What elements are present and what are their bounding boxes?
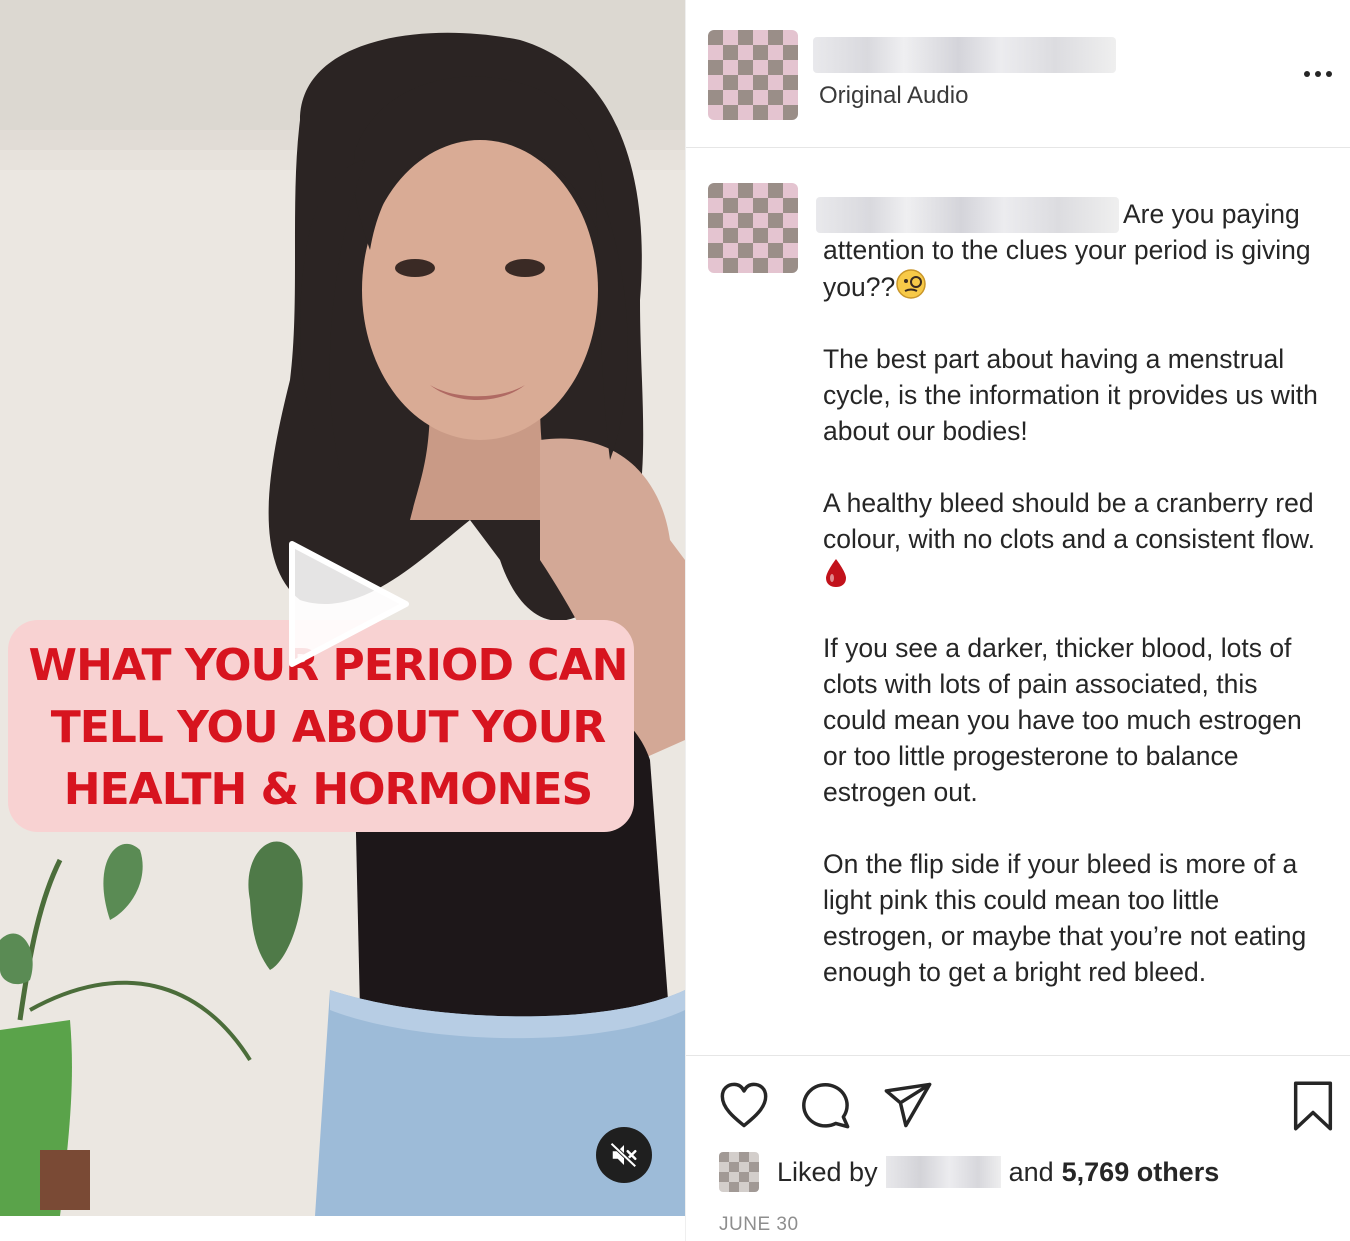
more-options-icon[interactable]: [1304, 62, 1340, 86]
liker-avatar[interactable]: [719, 1152, 759, 1192]
drop-of-blood-icon: [826, 559, 846, 587]
monocle-face-icon: [896, 269, 926, 299]
overlay-line-2: TELL YOU ABOUT YOUR: [50, 702, 607, 753]
author-username-redacted[interactable]: [813, 37, 1116, 73]
video-player[interactable]: WHAT YOUR PERIOD CAN TELL YOU ABOUT YOUR…: [0, 0, 685, 1216]
post-date[interactable]: JUNE 30: [719, 1214, 799, 1236]
author-avatar[interactable]: [708, 30, 798, 120]
caption-paragraph-3: A healthy bleed should be a cranberry re…: [823, 485, 1323, 594]
bookmark-icon[interactable]: [1291, 1080, 1335, 1132]
overlay-line-3: HEALTH & HORMONES: [63, 764, 593, 815]
likes-prefix: Liked by: [777, 1156, 878, 1187]
likes-middle: and: [1008, 1156, 1054, 1187]
caption-paragraph-1: Are you paying attention to the clues yo…: [823, 199, 1311, 302]
play-icon[interactable]: [284, 538, 414, 668]
caption-author-avatar[interactable]: [708, 183, 798, 273]
share-icon[interactable]: [882, 1080, 934, 1130]
post-caption: Are you paying attention to the clues yo…: [823, 196, 1323, 990]
heart-icon[interactable]: [718, 1080, 770, 1130]
actions-divider: [686, 1055, 1350, 1056]
header-divider: [686, 147, 1350, 148]
caption-paragraph-4: If you see a darker, thicker blood, lots…: [823, 633, 1302, 807]
likes-count[interactable]: 5,769 others: [1062, 1157, 1220, 1188]
caption-paragraph-5: On the flip side if your bleed is more o…: [823, 849, 1307, 987]
audio-label[interactable]: Original Audio: [819, 82, 968, 110]
mute-button[interactable]: [596, 1127, 652, 1183]
muted-speaker-icon: [610, 1142, 637, 1168]
caption-paragraph-2: The best part about having a menstrual c…: [823, 344, 1318, 446]
likes-summary[interactable]: Liked by and 5,769 others: [719, 1152, 1219, 1192]
post-details-panel: Original Audio Are you paying attention …: [685, 0, 1350, 1241]
liker-username-redacted[interactable]: [885, 1156, 1001, 1188]
comment-icon[interactable]: [800, 1080, 852, 1130]
